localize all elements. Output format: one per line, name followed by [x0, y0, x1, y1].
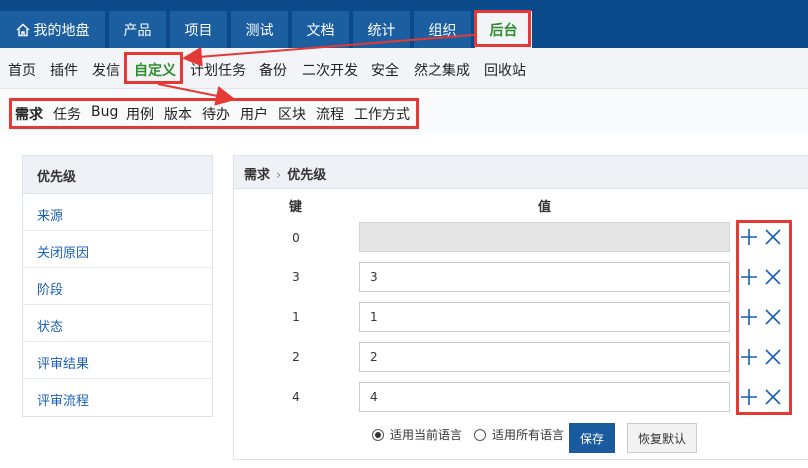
- subnav-backup[interactable]: 备份: [259, 60, 287, 80]
- module-workmode[interactable]: 工作方式: [354, 104, 410, 124]
- value-input[interactable]: [359, 382, 730, 412]
- plus-icon[interactable]: [740, 388, 758, 406]
- top-nav: 我的地盘 产品 项目 测试 文档 统计 组织 后台: [0, 0, 808, 48]
- row-actions: [740, 222, 784, 252]
- tab-label: 后台: [489, 22, 518, 39]
- close-icon[interactable]: [764, 308, 782, 326]
- close-icon[interactable]: [764, 268, 782, 286]
- close-icon[interactable]: [764, 388, 782, 406]
- side-menu-item-review-flow[interactable]: 评审流程: [23, 379, 212, 416]
- module-testcase[interactable]: 用例: [126, 104, 154, 124]
- breadcrumb-parent: 需求: [244, 168, 271, 183]
- module-flow[interactable]: 流程: [316, 104, 344, 124]
- close-icon[interactable]: [764, 348, 782, 366]
- breadcrumb-separator: ›: [276, 168, 282, 183]
- tab-label: 组织: [428, 22, 457, 39]
- subnav-security[interactable]: 安全: [371, 60, 399, 80]
- module-story[interactable]: 需求: [15, 104, 43, 124]
- radio-current-language-label[interactable]: 适用当前语言: [390, 426, 462, 443]
- side-menu-header[interactable]: 优先级: [23, 156, 212, 194]
- plus-icon[interactable]: [740, 268, 758, 286]
- tab-test[interactable]: 测试: [231, 11, 288, 48]
- language-options: 适用当前语言 适用所有语言: [372, 426, 564, 443]
- plus-icon[interactable]: [740, 348, 758, 366]
- row-actions: [740, 262, 784, 292]
- tab-label: 测试: [245, 22, 274, 39]
- side-menu: 优先级 来源 关闭原因 阶段 状态 评审结果 评审流程: [22, 155, 213, 417]
- side-menu-item-close-reason[interactable]: 关闭原因: [23, 231, 212, 268]
- row-key: 3: [292, 270, 300, 284]
- side-menu-item-source[interactable]: 来源: [23, 194, 212, 231]
- sub-nav: 首页 插件 发信 自定义 计划任务 备份 二次开发 安全 然之集成 回收站: [0, 48, 808, 89]
- module-task[interactable]: 任务: [53, 104, 81, 124]
- value-input[interactable]: [359, 262, 730, 292]
- radio-all-languages[interactable]: [474, 428, 487, 441]
- subnav-home[interactable]: 首页: [8, 60, 36, 80]
- tab-label: 项目: [184, 22, 213, 39]
- module-block[interactable]: 区块: [278, 104, 306, 124]
- close-icon[interactable]: [764, 228, 782, 246]
- row-actions: [740, 342, 784, 372]
- row-key: 4: [292, 390, 300, 404]
- module-bug[interactable]: Bug: [91, 104, 118, 120]
- home-icon: [16, 23, 29, 36]
- tab-stats[interactable]: 统计: [353, 11, 410, 48]
- tab-my-dashboard[interactable]: 我的地盘: [0, 11, 105, 48]
- subnav-trash[interactable]: 回收站: [484, 60, 526, 80]
- breadcrumb: 需求 › 优先级: [234, 156, 808, 189]
- subnav-plugins[interactable]: 插件: [50, 60, 78, 80]
- subnav-cron[interactable]: 计划任务: [190, 60, 246, 80]
- radio-all-languages-label[interactable]: 适用所有语言: [492, 426, 564, 443]
- subnav-mail[interactable]: 发信: [92, 60, 120, 80]
- module-nav: 需求 任务 Bug 用例 版本 待办 用户 区块 流程 工作方式: [0, 89, 808, 135]
- reset-default-button[interactable]: 恢复默认: [627, 423, 697, 453]
- value-input: [359, 222, 730, 252]
- side-menu-item-review-result[interactable]: 评审结果: [23, 342, 212, 379]
- tab-label: 文档: [306, 22, 335, 39]
- tab-label: 统计: [367, 22, 396, 39]
- plus-icon[interactable]: [740, 308, 758, 326]
- side-menu-item-stage[interactable]: 阶段: [23, 268, 212, 305]
- radio-current-language[interactable]: [372, 428, 384, 441]
- row-actions: [740, 382, 784, 412]
- tab-org[interactable]: 组织: [414, 11, 471, 48]
- tab-doc[interactable]: 文档: [292, 11, 349, 48]
- tab-label: 产品: [123, 22, 152, 39]
- tab-project[interactable]: 项目: [170, 11, 227, 48]
- plus-icon[interactable]: [740, 228, 758, 246]
- row-key: 2: [292, 350, 300, 364]
- value-input[interactable]: [359, 302, 730, 332]
- subnav-dev[interactable]: 二次开发: [302, 60, 358, 80]
- tab-label: 我的地盘: [33, 22, 90, 39]
- subnav-custom[interactable]: 自定义: [134, 60, 176, 80]
- row-key: 1: [292, 310, 300, 324]
- priority-panel: 需求›优先级 键 值 0 3 1 2 4 适用当前语言 适用所有语言 保: [233, 155, 808, 460]
- value-input[interactable]: [359, 342, 730, 372]
- subnav-ranzhi[interactable]: 然之集成: [414, 60, 470, 80]
- column-key-header: 键: [289, 200, 303, 215]
- breadcrumb-current: 优先级: [287, 168, 327, 183]
- side-menu-item-status[interactable]: 状态: [23, 305, 212, 342]
- module-user[interactable]: 用户: [240, 104, 268, 124]
- save-button[interactable]: 保存: [569, 423, 615, 453]
- column-value-header: 值: [538, 200, 552, 215]
- module-build[interactable]: 版本: [164, 104, 192, 124]
- row-key: 0: [292, 231, 300, 245]
- tab-product[interactable]: 产品: [109, 11, 166, 48]
- tab-admin[interactable]: 后台: [475, 11, 532, 48]
- module-todo[interactable]: 待办: [202, 104, 230, 124]
- row-actions: [740, 302, 784, 332]
